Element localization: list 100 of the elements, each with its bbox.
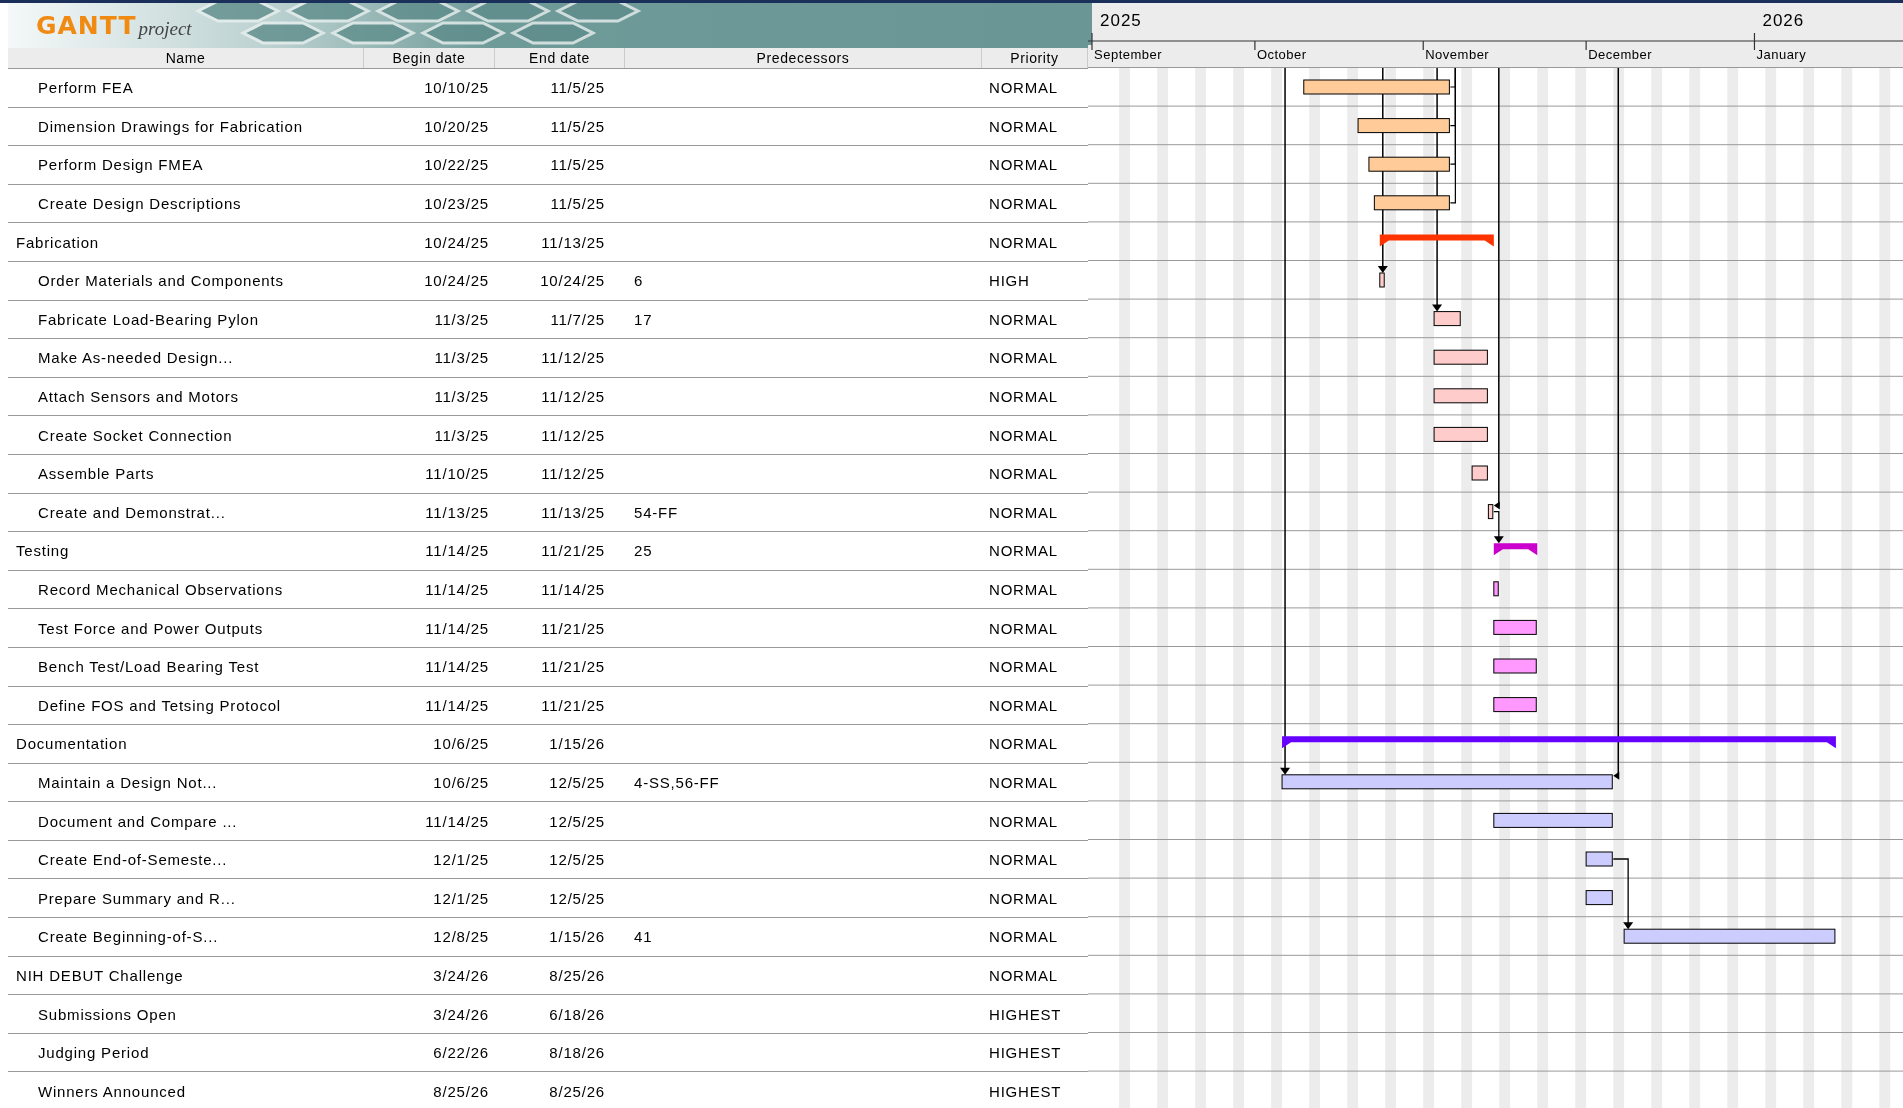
begin-date: 10/10/25 (424, 79, 490, 97)
task-name: Create Beginning-of-S... (37, 928, 219, 946)
priority: NORMAL (988, 774, 1058, 791)
priority: NORMAL (988, 503, 1058, 521)
priority: NORMAL (988, 581, 1058, 598)
task-name: Documentation (15, 735, 128, 753)
task-bar[interactable] (1471, 465, 1488, 481)
begin-date: 10/22/25 (424, 156, 490, 174)
task-bar[interactable] (1487, 504, 1494, 520)
begin-date: 12/8/25 (433, 928, 490, 946)
begin-date: 11/3/25 (434, 310, 490, 328)
column-header[interactable]: Begin date (364, 48, 495, 68)
task-bar[interactable] (1493, 581, 1499, 597)
end-date: 11/21/25 (541, 696, 606, 714)
summary-bar[interactable] (1493, 543, 1538, 556)
priority: NORMAL (988, 735, 1058, 753)
task-name: Attach Sensors and Motors (37, 388, 239, 406)
task-name: Document and Compare ... (37, 812, 238, 830)
priority: NORMAL (988, 966, 1058, 984)
task-bar[interactable] (1368, 156, 1450, 172)
end-date: 11/5/25 (550, 79, 606, 97)
month-label: November (1425, 47, 1490, 62)
column-header[interactable]: Name (8, 48, 364, 68)
end-date: 11/13/25 (541, 233, 606, 251)
task-name: Submissions Open (37, 1005, 177, 1023)
end-date: 11/12/25 (541, 349, 606, 367)
column-header[interactable]: End date (495, 48, 625, 68)
begin-date: 10/6/25 (433, 735, 490, 753)
begin-date: 11/3/25 (434, 388, 490, 406)
end-date: 11/21/25 (541, 658, 606, 676)
summary-bar[interactable] (1282, 736, 1836, 749)
banner-edge (1088, 3, 1092, 45)
task-name: Maintain a Design Not... (37, 774, 218, 791)
begin-date: 11/14/25 (425, 696, 490, 714)
task-bar[interactable] (1585, 851, 1613, 867)
begin-date: 3/24/26 (433, 1005, 490, 1023)
end-date: 12/5/25 (549, 812, 606, 830)
task-name: Make As-needed Design... (37, 349, 234, 367)
priority: NORMAL (988, 658, 1058, 676)
end-date: 8/25/26 (549, 1082, 606, 1100)
task-name: Testing (15, 542, 70, 560)
year-label: 2025 (1100, 11, 1142, 30)
begin-date: 11/14/25 (425, 812, 490, 830)
task-name: Perform Design FMEA (37, 156, 204, 174)
task-name: Order Materials and Components (37, 272, 284, 290)
priority: NORMAL (988, 233, 1058, 251)
task-name: Winners Announced (37, 1082, 186, 1100)
priority: NORMAL (988, 696, 1058, 714)
end-date: 11/12/25 (541, 388, 606, 406)
priority: NORMAL (988, 388, 1058, 406)
task-bar[interactable] (1585, 890, 1613, 906)
begin-date: 6/22/26 (433, 1044, 490, 1062)
predecessors: 6 (633, 272, 644, 290)
task-name: Record Mechanical Observations (37, 581, 283, 598)
task-name: Judging Period (37, 1044, 150, 1062)
predecessors: 4-SS,56-FF (633, 774, 720, 791)
task-bar[interactable] (1493, 697, 1537, 713)
begin-date: 10/20/25 (424, 117, 490, 135)
priority: NORMAL (988, 349, 1058, 367)
end-date: 11/13/25 (541, 503, 606, 521)
task-bar[interactable] (1281, 774, 1613, 790)
task-bar[interactable] (1373, 195, 1450, 211)
task-bar[interactable] (1623, 928, 1836, 944)
dependency-arrow (1612, 858, 1634, 930)
begin-date: 11/13/25 (425, 503, 490, 521)
task-bar[interactable] (1493, 619, 1537, 635)
begin-date: 11/14/25 (425, 542, 490, 560)
task-bar[interactable] (1379, 272, 1385, 288)
end-date: 1/15/26 (549, 735, 606, 753)
task-bar[interactable] (1433, 426, 1488, 442)
task-name: Fabrication (15, 233, 99, 251)
begin-date: 10/24/25 (424, 233, 490, 251)
end-date: 11/21/25 (541, 619, 606, 637)
priority: NORMAL (988, 426, 1058, 444)
task-bar[interactable] (1433, 388, 1488, 404)
task-bar[interactable] (1433, 311, 1461, 327)
priority: HIGHEST (988, 1082, 1062, 1100)
begin-date: 11/14/25 (425, 581, 490, 598)
task-name: Assemble Parts (37, 465, 155, 483)
priority: NORMAL (988, 79, 1058, 97)
task-bar[interactable] (1493, 812, 1613, 828)
end-date: 12/5/25 (549, 889, 606, 907)
priority: NORMAL (988, 465, 1058, 483)
begin-date: 12/1/25 (433, 851, 490, 869)
predecessors: 17 (633, 310, 653, 328)
task-bar[interactable] (1357, 118, 1450, 134)
summary-bar[interactable] (1379, 234, 1494, 247)
task-name: Dimension Drawings for Fabrication (37, 117, 303, 135)
priority: NORMAL (988, 156, 1058, 174)
task-name: Create and Demonstrat... (37, 503, 226, 521)
begin-date: 10/24/25 (424, 272, 490, 290)
task-bar[interactable] (1433, 349, 1488, 365)
task-name: Test Force and Power Outputs (37, 619, 263, 637)
task-name: Fabricate Load-Bearing Pylon (37, 310, 259, 328)
priority: NORMAL (988, 310, 1058, 328)
column-header[interactable]: Predecessors (625, 48, 982, 68)
begin-date: 11/3/25 (434, 349, 490, 367)
begin-date: 11/14/25 (425, 619, 490, 637)
end-date: 6/18/26 (549, 1005, 606, 1023)
priority: NORMAL (988, 928, 1058, 946)
